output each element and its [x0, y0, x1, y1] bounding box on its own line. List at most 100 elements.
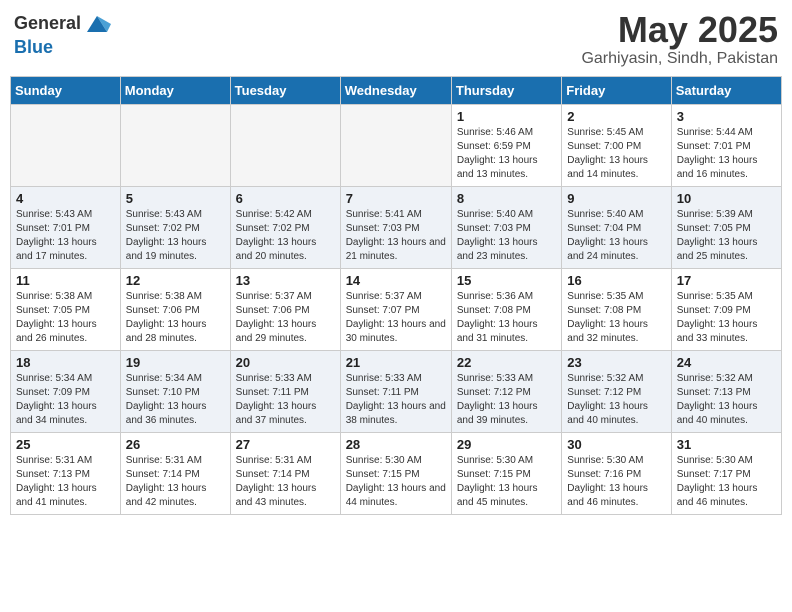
days-header-row: SundayMondayTuesdayWednesdayThursdayFrid…	[11, 76, 782, 104]
day-number: 25	[16, 437, 115, 452]
day-number: 12	[126, 273, 225, 288]
day-cell-19: 19 Sunrise: 5:34 AM Sunset: 7:10 PM Dayli…	[120, 350, 230, 432]
day-info: Sunrise: 5:35 AM Sunset: 7:08 PM Dayligh…	[567, 290, 665, 346]
day-number: 2	[567, 109, 665, 124]
day-cell-28: 28 Sunrise: 5:30 AM Sunset: 7:15 PM Dayli…	[340, 432, 451, 514]
day-cell-21: 21 Sunrise: 5:33 AM Sunset: 7:11 PM Dayli…	[340, 350, 451, 432]
day-info: Sunrise: 5:43 AM Sunset: 7:02 PM Dayligh…	[126, 208, 225, 264]
day-cell-20: 20Sunrise: 5:33 AM Sunset: 7:11 PM Dayli…	[230, 350, 340, 432]
day-info: Sunrise: 5:30 AM Sunset: 7:16 PM Dayligh…	[567, 454, 665, 510]
day-header-friday: Friday	[562, 76, 671, 104]
day-info: Sunrise: 5:38 AM Sunset: 7:06 PM Dayligh…	[126, 290, 225, 346]
day-header-wednesday: Wednesday	[340, 76, 451, 104]
day-info: Sunrise: 5:35 AM Sunset: 7:09 PM Dayligh…	[677, 290, 776, 346]
day-cell-3: 3 Sunrise: 5:44 AM Sunset: 7:01 PM Daylig…	[671, 104, 781, 186]
day-info: Sunrise: 5:30 AM Sunset: 7:17 PM Dayligh…	[677, 454, 776, 510]
day-cell-23: 23Sunrise: 5:32 AM Sunset: 7:12 PM Dayli…	[562, 350, 671, 432]
day-cell-6: 6 Sunrise: 5:42 AM Sunset: 7:02 PM Daylig…	[230, 186, 340, 268]
day-number: 3	[677, 109, 776, 124]
day-info: Sunrise: 5:42 AM Sunset: 7:02 PM Dayligh…	[236, 208, 335, 264]
day-cell-31: 31 Sunrise: 5:30 AM Sunset: 7:17 PM Dayli…	[671, 432, 781, 514]
day-cell-27: 27 Sunrise: 5:31 AM Sunset: 7:14 PM Dayli…	[230, 432, 340, 514]
day-info: Sunrise: 5:39 AM Sunset: 7:05 PM Dayligh…	[677, 208, 776, 264]
day-cell-7: 7 Sunrise: 5:41 AM Sunset: 7:03 PM Daylig…	[340, 186, 451, 268]
day-info: Sunrise: 5:40 AM Sunset: 7:03 PM Dayligh…	[457, 208, 556, 264]
day-cell-1: 1 Sunrise: 5:46 AM Sunset: 6:59 PM Daylig…	[451, 104, 561, 186]
day-info: Sunrise: 5:31 AM Sunset: 7:14 PM Dayligh…	[236, 454, 335, 510]
week-row-1: 1 Sunrise: 5:46 AM Sunset: 6:59 PM Daylig…	[11, 104, 782, 186]
logo-text-blue: Blue	[14, 37, 53, 57]
day-cell-9: 9Sunrise: 5:40 AM Sunset: 7:04 PM Daylig…	[562, 186, 671, 268]
day-cell-17: 17 Sunrise: 5:35 AM Sunset: 7:09 PM Dayli…	[671, 268, 781, 350]
day-number: 7	[346, 191, 446, 206]
day-number: 15	[457, 273, 556, 288]
day-cell-18: 18 Sunrise: 5:34 AM Sunset: 7:09 PM Dayli…	[11, 350, 121, 432]
day-info: Sunrise: 5:30 AM Sunset: 7:15 PM Dayligh…	[346, 454, 446, 510]
day-number: 31	[677, 437, 776, 452]
day-cell-8: 8Sunrise: 5:40 AM Sunset: 7:03 PM Daylig…	[451, 186, 561, 268]
day-number: 17	[677, 273, 776, 288]
day-number: 24	[677, 355, 776, 370]
day-cell-16: 16 Sunrise: 5:35 AM Sunset: 7:08 PM Dayli…	[562, 268, 671, 350]
day-number: 27	[236, 437, 335, 452]
day-info: Sunrise: 5:37 AM Sunset: 7:06 PM Dayligh…	[236, 290, 335, 346]
day-header-monday: Monday	[120, 76, 230, 104]
day-cell-29: 29Sunrise: 5:30 AM Sunset: 7:15 PM Dayli…	[451, 432, 561, 514]
day-number: 30	[567, 437, 665, 452]
empty-cell	[11, 104, 121, 186]
empty-cell	[120, 104, 230, 186]
day-cell-26: 26 Sunrise: 5:31 AM Sunset: 7:14 PM Dayli…	[120, 432, 230, 514]
day-info: Sunrise: 5:37 AM Sunset: 7:07 PM Dayligh…	[346, 290, 446, 346]
day-number: 19	[126, 355, 225, 370]
day-info: Sunrise: 5:41 AM Sunset: 7:03 PM Dayligh…	[346, 208, 446, 264]
day-cell-15: 15Sunrise: 5:36 AM Sunset: 7:08 PM Dayli…	[451, 268, 561, 350]
day-cell-12: 12 Sunrise: 5:38 AM Sunset: 7:06 PM Dayli…	[120, 268, 230, 350]
day-info: Sunrise: 5:38 AM Sunset: 7:05 PM Dayligh…	[16, 290, 115, 346]
location-subtitle: Garhiyasin, Sindh, Pakistan	[581, 50, 778, 68]
day-header-saturday: Saturday	[671, 76, 781, 104]
day-number: 10	[677, 191, 776, 206]
day-header-tuesday: Tuesday	[230, 76, 340, 104]
logo-icon	[83, 10, 111, 38]
logo: General Blue	[14, 10, 111, 58]
day-info: Sunrise: 5:32 AM Sunset: 7:13 PM Dayligh…	[677, 372, 776, 428]
day-cell-2: 2 Sunrise: 5:45 AM Sunset: 7:00 PM Daylig…	[562, 104, 671, 186]
day-cell-30: 30 Sunrise: 5:30 AM Sunset: 7:16 PM Dayli…	[562, 432, 671, 514]
day-cell-13: 13 Sunrise: 5:37 AM Sunset: 7:06 PM Dayli…	[230, 268, 340, 350]
day-info: Sunrise: 5:34 AM Sunset: 7:10 PM Dayligh…	[126, 372, 225, 428]
day-info: Sunrise: 5:33 AM Sunset: 7:12 PM Dayligh…	[457, 372, 556, 428]
day-number: 13	[236, 273, 335, 288]
day-info: Sunrise: 5:44 AM Sunset: 7:01 PM Dayligh…	[677, 126, 776, 182]
day-number: 22	[457, 355, 556, 370]
day-number: 9	[567, 191, 665, 206]
day-cell-10: 10 Sunrise: 5:39 AM Sunset: 7:05 PM Dayli…	[671, 186, 781, 268]
day-header-thursday: Thursday	[451, 76, 561, 104]
title-area: May 2025 Garhiyasin, Sindh, Pakistan	[581, 10, 778, 68]
week-row-2: 4 Sunrise: 5:43 AM Sunset: 7:01 PM Daylig…	[11, 186, 782, 268]
day-info: Sunrise: 5:45 AM Sunset: 7:00 PM Dayligh…	[567, 126, 665, 182]
day-info: Sunrise: 5:31 AM Sunset: 7:13 PM Dayligh…	[16, 454, 115, 510]
day-number: 4	[16, 191, 115, 206]
week-row-4: 18 Sunrise: 5:34 AM Sunset: 7:09 PM Dayli…	[11, 350, 782, 432]
day-info: Sunrise: 5:46 AM Sunset: 6:59 PM Dayligh…	[457, 126, 556, 182]
day-number: 29	[457, 437, 556, 452]
day-number: 14	[346, 273, 446, 288]
day-number: 1	[457, 109, 556, 124]
calendar-table: SundayMondayTuesdayWednesdayThursdayFrid…	[10, 76, 782, 515]
day-number: 26	[126, 437, 225, 452]
day-number: 23	[567, 355, 665, 370]
day-number: 21	[346, 355, 446, 370]
day-cell-25: 25 Sunrise: 5:31 AM Sunset: 7:13 PM Dayli…	[11, 432, 121, 514]
day-info: Sunrise: 5:33 AM Sunset: 7:11 PM Dayligh…	[346, 372, 446, 428]
day-cell-11: 11Sunrise: 5:38 AM Sunset: 7:05 PM Dayli…	[11, 268, 121, 350]
day-number: 18	[16, 355, 115, 370]
day-info: Sunrise: 5:43 AM Sunset: 7:01 PM Dayligh…	[16, 208, 115, 264]
day-info: Sunrise: 5:31 AM Sunset: 7:14 PM Dayligh…	[126, 454, 225, 510]
empty-cell	[230, 104, 340, 186]
day-cell-22: 22 Sunrise: 5:33 AM Sunset: 7:12 PM Dayli…	[451, 350, 561, 432]
day-cell-4: 4 Sunrise: 5:43 AM Sunset: 7:01 PM Daylig…	[11, 186, 121, 268]
day-number: 6	[236, 191, 335, 206]
day-number: 28	[346, 437, 446, 452]
day-info: Sunrise: 5:34 AM Sunset: 7:09 PM Dayligh…	[16, 372, 115, 428]
day-number: 16	[567, 273, 665, 288]
